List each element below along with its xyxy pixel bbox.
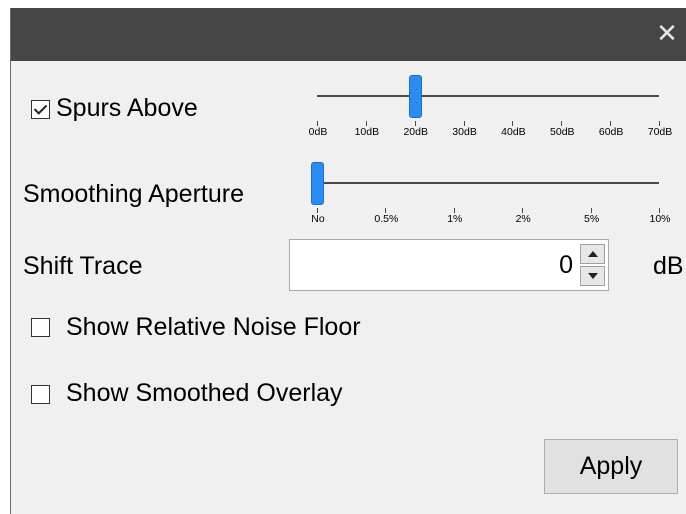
slider-tick-label: 60dB	[598, 126, 624, 138]
slider-tick-label: 20dB	[403, 126, 428, 138]
slider-track	[317, 182, 659, 184]
slider-tick-label: 10dB	[354, 126, 380, 138]
settings-dialog: ✕ Spurs Above 0dB 10dB 20dB 30dB 40dB 50dB 60d…	[10, 8, 686, 514]
slider-tick-label: 0.5%	[374, 213, 399, 225]
show-smoothed-overlay-checkbox[interactable]	[31, 385, 50, 404]
slider-tick-label: 50dB	[550, 126, 575, 138]
spurs-above-slider[interactable]: 0dB 10dB 20dB 30dB 40dB 50dB 60dB 70dB	[301, 72, 673, 152]
close-icon[interactable]: ✕	[647, 8, 686, 61]
smoothing-aperture-slider[interactable]: No 0.5% 1% 2% 5% 10%	[301, 159, 673, 239]
show-smoothed-overlay-label[interactable]: Show Smoothed Overlay	[66, 379, 343, 408]
spurs-above-checkbox[interactable]	[31, 100, 50, 119]
slider-tick-label: 1%	[447, 213, 463, 225]
shift-trace-input[interactable]: 0	[289, 239, 609, 291]
slider-tick-label: 0dB	[308, 126, 328, 138]
slider-track	[317, 95, 659, 97]
slider-thumb[interactable]	[408, 75, 422, 118]
title-bar[interactable]: ✕	[11, 8, 686, 61]
show-relative-noise-floor-label[interactable]: Show Relative Noise Floor	[66, 313, 361, 342]
spin-down-button[interactable]	[580, 266, 605, 286]
slider-tick-label: 2%	[515, 213, 531, 225]
shift-trace-label: Shift Trace	[23, 252, 143, 280]
arrow-up-icon	[588, 251, 598, 257]
slider-tick-label: 10%	[649, 213, 671, 225]
shift-trace-unit: dB	[653, 252, 684, 280]
slider-tick-label: 30dB	[452, 126, 477, 138]
slider-tick-label: 5%	[584, 213, 600, 225]
slider-thumb[interactable]	[311, 162, 324, 205]
spin-up-button[interactable]	[580, 244, 605, 264]
apply-button[interactable]: Apply	[544, 439, 678, 494]
shift-trace-spinner[interactable]	[580, 244, 605, 286]
arrow-down-icon	[588, 273, 598, 279]
shift-trace-value: 0	[559, 251, 573, 279]
slider-tick-label: No	[311, 213, 325, 225]
smoothing-aperture-label: Smoothing Aperture	[23, 180, 244, 208]
show-relative-noise-floor-checkbox[interactable]	[31, 318, 50, 337]
slider-tick-label: 70dB	[647, 126, 673, 138]
spurs-above-label[interactable]: Spurs Above	[56, 94, 198, 123]
slider-tick-label: 40dB	[501, 126, 526, 138]
